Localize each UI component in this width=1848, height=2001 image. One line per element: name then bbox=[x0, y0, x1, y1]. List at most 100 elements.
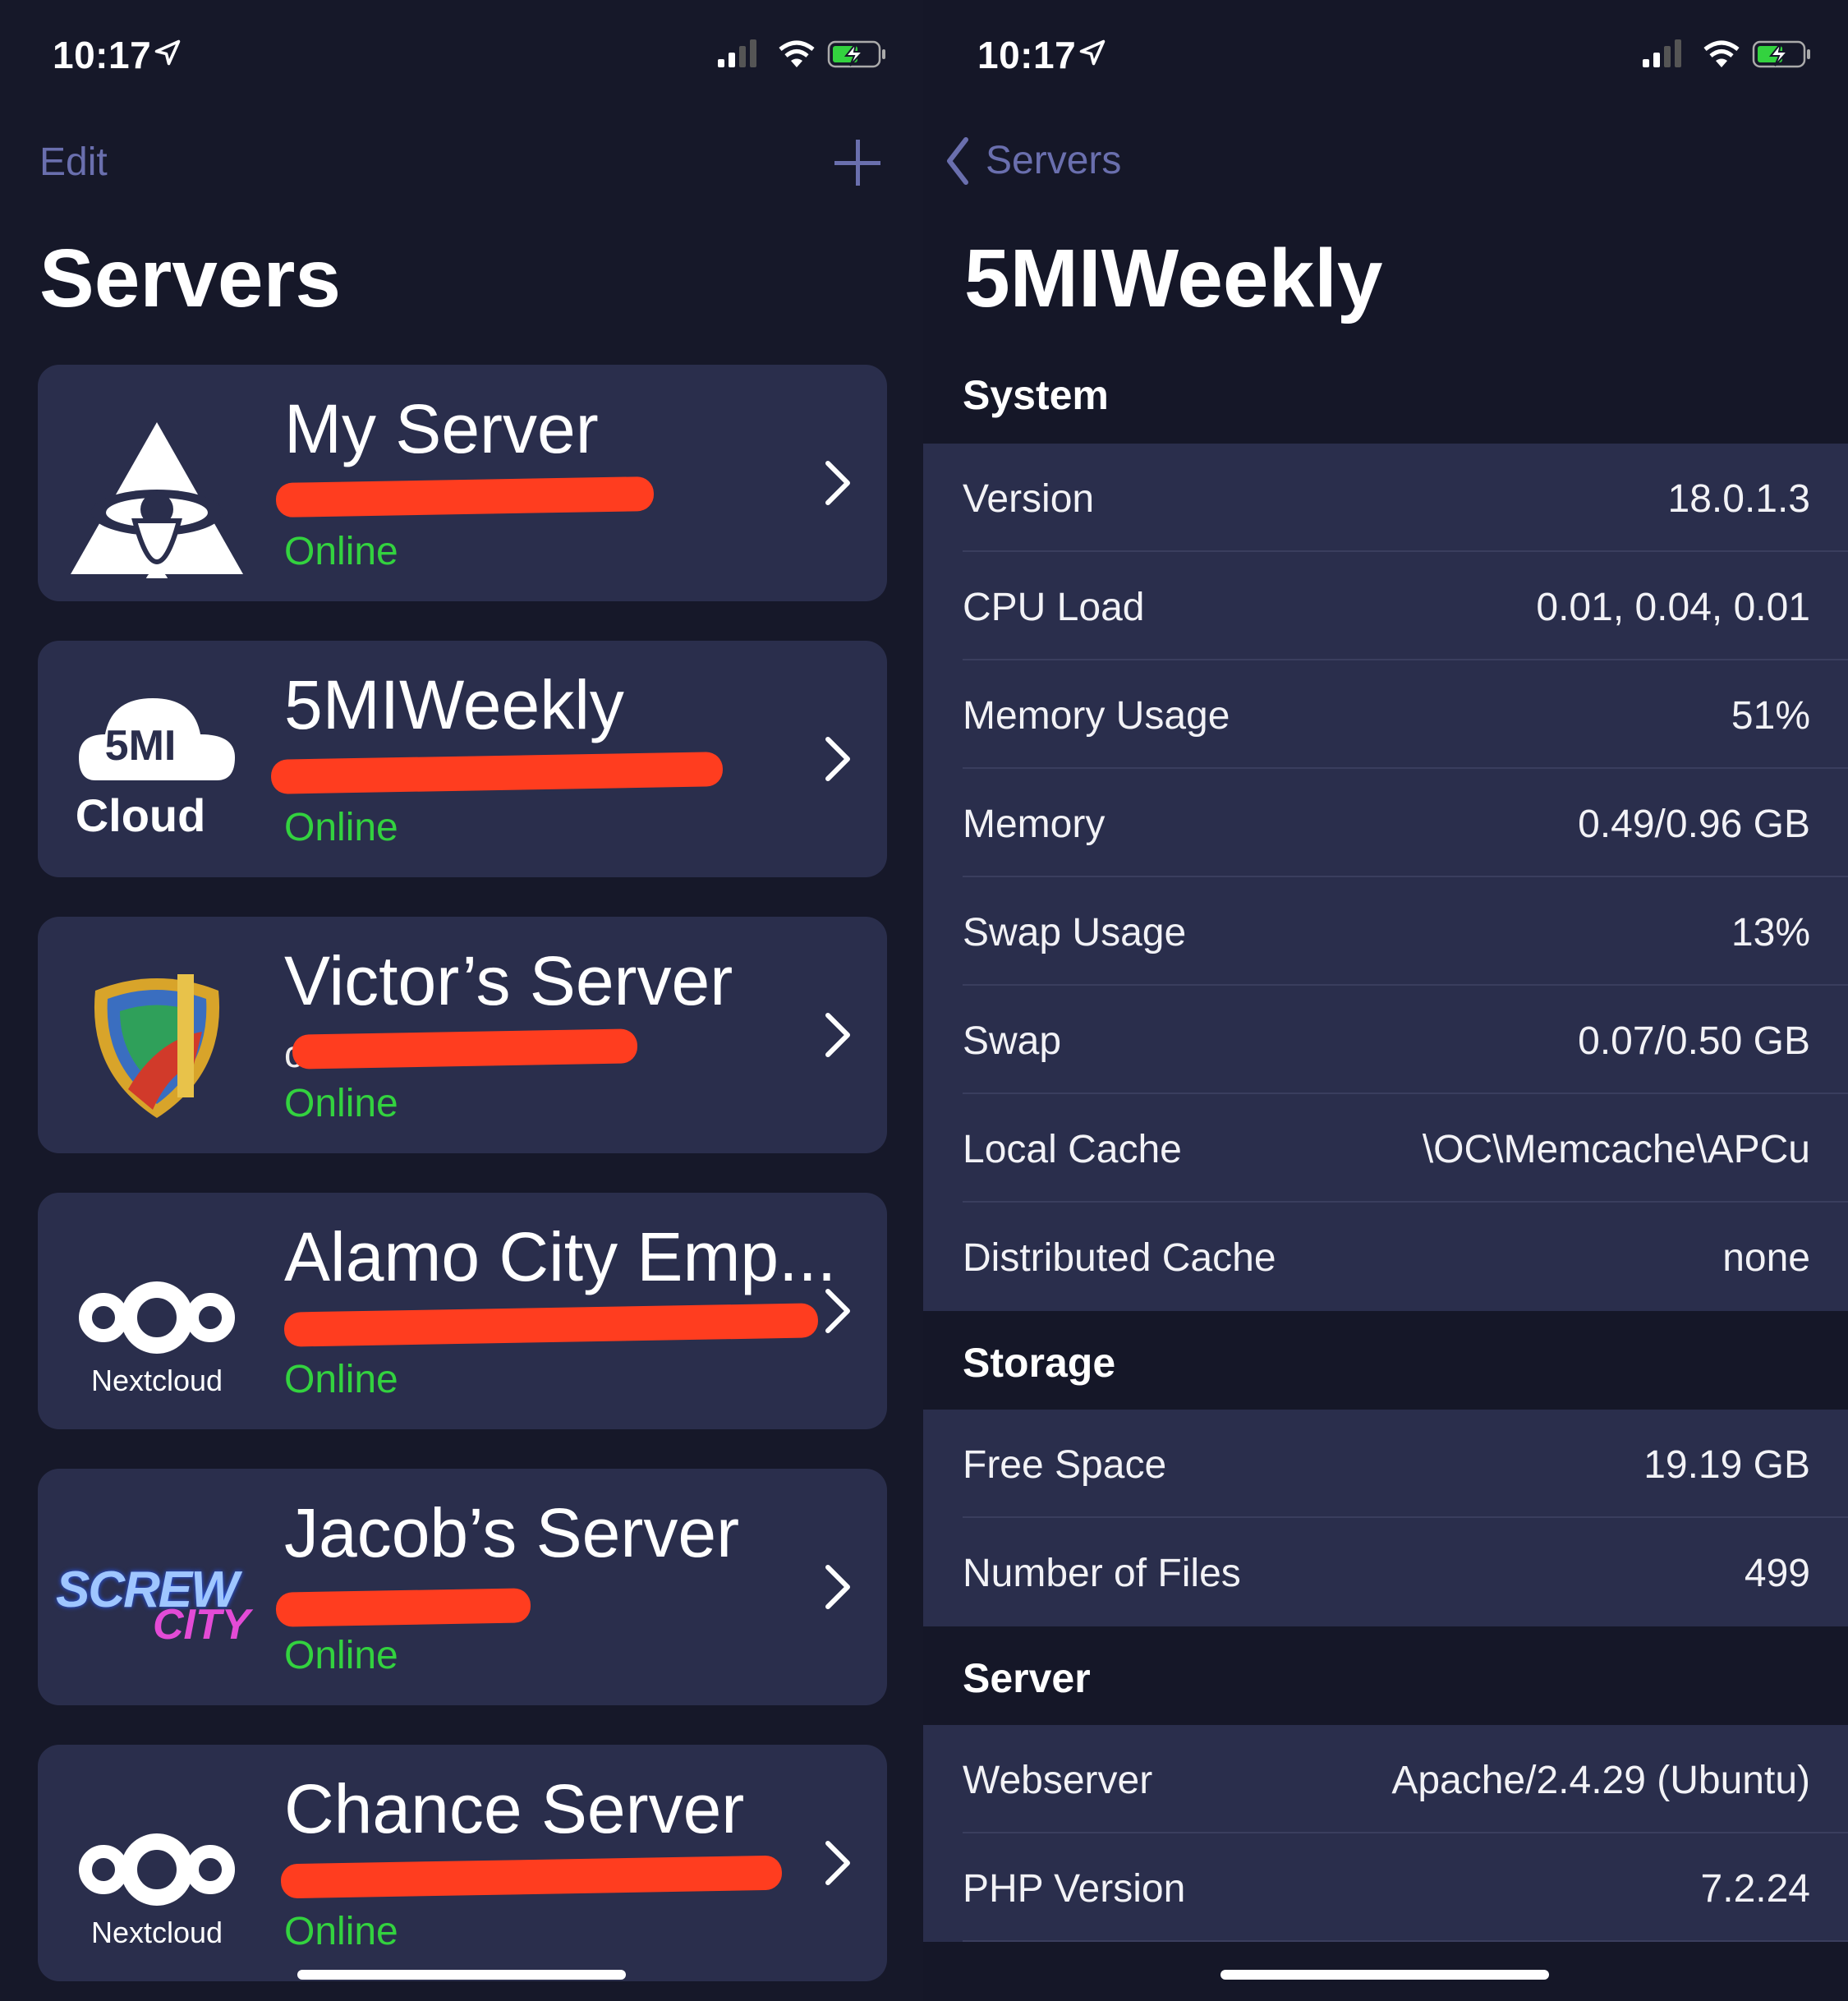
server-detail-screen: 10:17 Servers 5MIWeekly System Version 18… bbox=[923, 0, 1848, 2001]
row-value: 18.0.1.3 bbox=[1667, 477, 1810, 521]
page-title: Servers bbox=[39, 232, 341, 324]
row-value: none bbox=[1722, 1236, 1810, 1280]
server-card-chance-server[interactable]: Nextcloud Chance Server Online bbox=[38, 1745, 887, 1981]
server-status: Online bbox=[284, 1082, 398, 1125]
server-status: Online bbox=[284, 530, 398, 573]
row-label: Swap Usage bbox=[963, 911, 1187, 954]
server-name: Jacob’s Server bbox=[284, 1494, 740, 1571]
server-card-victors-server[interactable]: Victor’s Server c Online bbox=[38, 917, 887, 1153]
server-group: Webserver Apache/2.4.29 (Ubuntu) PHP Vers… bbox=[923, 1725, 1848, 1942]
row-label: Memory Usage bbox=[963, 694, 1230, 738]
list-item: Webserver Apache/2.4.29 (Ubuntu) bbox=[923, 1725, 1848, 1833]
row-value: 0.07/0.50 GB bbox=[1578, 1019, 1810, 1063]
list-item: Distributed Cache none bbox=[923, 1203, 1848, 1311]
row-label: Version bbox=[963, 477, 1095, 521]
chevron-right-icon bbox=[825, 1565, 850, 1609]
chevron-right-icon bbox=[825, 1841, 850, 1885]
redaction-scribble bbox=[275, 476, 655, 518]
row-label: Swap bbox=[963, 1019, 1062, 1063]
server-status: Online bbox=[284, 1634, 398, 1677]
list-item: PHP Version 7.2.24 bbox=[923, 1833, 1848, 1942]
row-value: 13% bbox=[1731, 911, 1810, 954]
server-name: My Server bbox=[284, 390, 599, 467]
system-group: Version 18.0.1.3 CPU Load 0.01, 0.04, 0.01… bbox=[923, 444, 1848, 1311]
servers-list-screen: 10:17 Edit Servers My Server c Online bbox=[0, 0, 923, 2001]
section-header-storage: Storage bbox=[963, 1340, 1116, 1386]
page-title: 5MIWeekly bbox=[964, 232, 1383, 324]
list-item: Swap Usage 13% bbox=[923, 877, 1848, 986]
row-value: 0.01, 0.04, 0.01 bbox=[1536, 586, 1810, 629]
row-label: Local Cache bbox=[963, 1128, 1182, 1171]
status-bar: 10:17 bbox=[923, 33, 1848, 82]
server-status: Online bbox=[284, 1910, 398, 1953]
logo-text-bottom: Cloud bbox=[75, 789, 206, 841]
redaction-scribble bbox=[283, 1303, 819, 1347]
list-item: Memory 0.49/0.96 GB bbox=[923, 769, 1848, 877]
row-value: 499 bbox=[1744, 1552, 1810, 1595]
server-status: Online bbox=[284, 806, 398, 849]
row-value: 0.49/0.96 GB bbox=[1578, 803, 1810, 846]
wifi-icon bbox=[779, 40, 815, 67]
server-card-my-server[interactable]: My Server c Online bbox=[38, 365, 887, 601]
back-button[interactable]: Servers bbox=[945, 135, 1158, 192]
chevron-right-icon bbox=[825, 1013, 850, 1057]
cellular-signal-icon bbox=[718, 39, 756, 67]
row-label: CPU Load bbox=[963, 586, 1145, 629]
row-value: \OC\Memcache\APCu bbox=[1422, 1128, 1810, 1171]
list-item: Version 18.0.1.3 bbox=[923, 444, 1848, 552]
chevron-right-icon bbox=[825, 737, 850, 781]
server-card-jacobs-server[interactable]: SCREW CITY Jacob’s Server Online bbox=[38, 1469, 887, 1705]
row-divider bbox=[963, 1940, 1848, 1942]
section-header-system: System bbox=[963, 372, 1109, 418]
server-card-5miweekly[interactable]: 5MI Cloud 5MIWeekly Online bbox=[38, 641, 887, 877]
wifi-icon bbox=[1703, 40, 1740, 67]
row-label: Distributed Cache bbox=[963, 1236, 1276, 1280]
shield-logo-icon bbox=[94, 974, 220, 1118]
status-icons bbox=[1643, 39, 1810, 68]
battery-charging-icon bbox=[1752, 40, 1810, 68]
section-header-server: Server bbox=[963, 1655, 1091, 1701]
row-label: Free Space bbox=[963, 1443, 1167, 1487]
redaction-scribble bbox=[280, 1855, 783, 1899]
logo-text-top: 5MI bbox=[104, 722, 177, 770]
home-indicator[interactable] bbox=[297, 1970, 626, 1980]
redaction-scribble bbox=[275, 1588, 531, 1627]
list-item: CPU Load 0.01, 0.04, 0.01 bbox=[923, 552, 1848, 660]
nextcloud-logo-icon: Nextcloud bbox=[62, 1217, 251, 1406]
redaction-scribble bbox=[270, 752, 724, 794]
status-time: 10:17 bbox=[53, 34, 152, 76]
row-label: Webserver bbox=[963, 1759, 1153, 1802]
edit-button[interactable]: Edit bbox=[39, 140, 108, 185]
list-item: Local Cache \OC\Memcache\APCu bbox=[923, 1094, 1848, 1203]
location-arrow-icon bbox=[154, 39, 181, 66]
server-name: Chance Server bbox=[284, 1770, 745, 1847]
status-icons bbox=[718, 39, 885, 68]
row-label: Memory bbox=[963, 803, 1106, 846]
row-label: PHP Version bbox=[963, 1867, 1186, 1911]
5mi-cloud-logo-icon: 5MI Cloud bbox=[62, 665, 251, 854]
row-label: Number of Files bbox=[963, 1552, 1241, 1595]
chevron-left-icon bbox=[947, 137, 968, 185]
home-indicator[interactable] bbox=[1221, 1970, 1549, 1980]
chevron-right-icon bbox=[825, 1289, 850, 1333]
nextcloud-logo-icon: Nextcloud bbox=[62, 1769, 251, 1958]
server-card-alamo-city[interactable]: Nextcloud Alamo City Emp... Online bbox=[38, 1193, 887, 1429]
server-status: Online bbox=[284, 1358, 398, 1401]
list-item: Free Space 19.19 GB bbox=[923, 1410, 1848, 1518]
logo-sub-text: CITY bbox=[153, 1601, 251, 1649]
redaction-scribble bbox=[292, 1028, 638, 1070]
row-value: Apache/2.4.29 (Ubuntu) bbox=[1391, 1759, 1810, 1802]
eye-triangle-logo-icon bbox=[71, 422, 243, 578]
server-name: 5MIWeekly bbox=[284, 666, 624, 743]
back-label: Servers bbox=[986, 139, 1122, 182]
status-bar: 10:17 bbox=[0, 33, 923, 82]
status-time: 10:17 bbox=[977, 34, 1077, 76]
add-server-button[interactable] bbox=[834, 140, 880, 186]
list-item: Number of Files 499 bbox=[923, 1518, 1848, 1626]
row-value: 19.19 GB bbox=[1643, 1443, 1810, 1487]
list-item: Swap 0.07/0.50 GB bbox=[923, 986, 1848, 1094]
server-name: Alamo City Emp... bbox=[284, 1218, 837, 1295]
row-value: 51% bbox=[1731, 694, 1810, 738]
screw-city-logo-icon: SCREW CITY bbox=[56, 1493, 251, 1682]
logo-text: Nextcloud bbox=[90, 1916, 223, 1949]
